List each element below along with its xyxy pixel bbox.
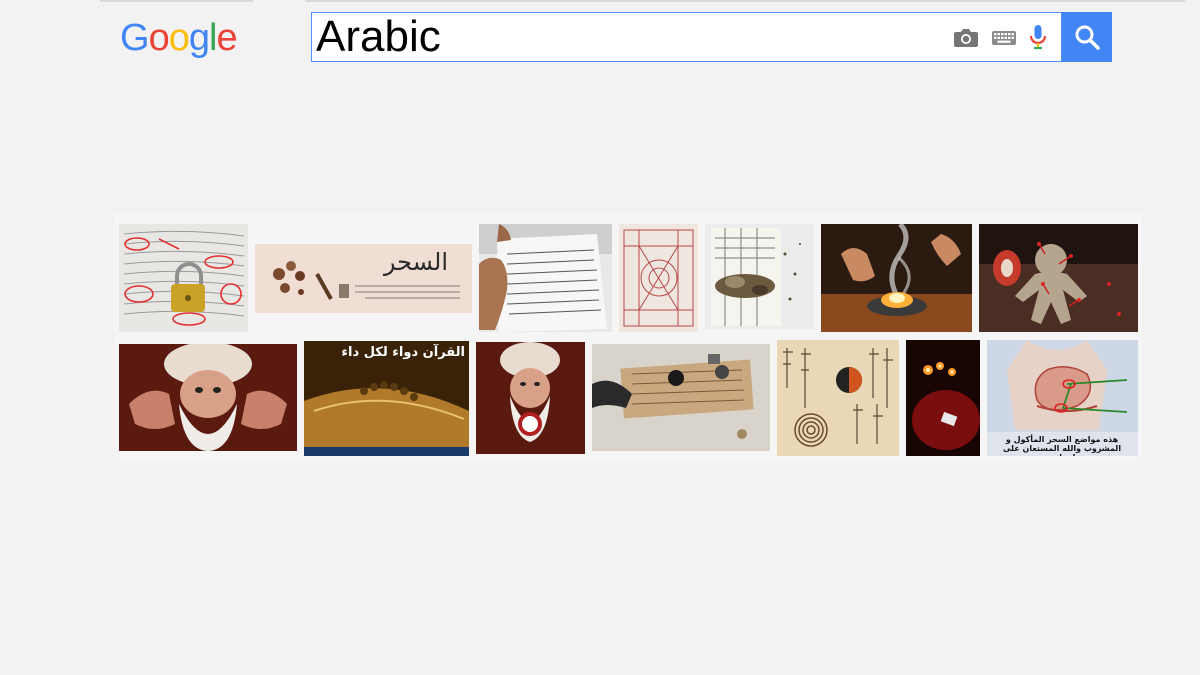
image-result-talisman-grid[interactable] [619, 224, 698, 332]
image-result-chinese-script-spiral[interactable] [777, 340, 899, 456]
camera-icon[interactable] [952, 25, 980, 51]
image-result-body-diagram[interactable]: هذه مواضع السحر المأكول و المشروب والله … [987, 340, 1138, 456]
image-result-smoke-bowl[interactable] [821, 224, 972, 332]
logo-letter: o [148, 17, 170, 59]
image-result-talisman-objects[interactable] [592, 344, 770, 451]
search-icon [1075, 25, 1100, 50]
image-result-voodoo-doll[interactable] [979, 224, 1138, 332]
image-caption: هذه مواضع السحر المأكول و المشروب والله … [1002, 435, 1122, 456]
top-divider-left [100, 0, 253, 2]
microphone-icon[interactable] [1024, 25, 1052, 51]
logo-letter: o [168, 17, 190, 59]
image-result-candles-red[interactable] [906, 340, 980, 456]
search-button[interactable] [1062, 12, 1112, 62]
image-caption: السحر [383, 248, 448, 276]
image-result-hand-holding-paper[interactable] [479, 224, 612, 332]
search-bar [311, 12, 1062, 62]
logo-letter: e [216, 17, 237, 59]
logo-letter: G [120, 17, 150, 59]
image-result-padlock-manuscript[interactable] [119, 224, 248, 332]
google-logo[interactable]: Google [120, 16, 238, 60]
logo-letter: g [188, 17, 210, 59]
top-divider-right [305, 0, 1185, 2]
image-result-paper-with-debris[interactable] [705, 224, 814, 329]
keyboard-icon[interactable] [990, 25, 1018, 51]
search-input[interactable] [316, 17, 936, 57]
image-result-sihr-banner[interactable]: السحر [255, 244, 472, 313]
logo-letter: l [208, 17, 218, 59]
image-caption: القرآن دواء لكل داء [341, 345, 465, 360]
image-result-old-man-orb-2[interactable] [476, 342, 585, 454]
image-result-old-man-orb[interactable] [119, 344, 297, 451]
image-result-quran-tasbih[interactable]: القرآن دواء لكل داء [304, 341, 469, 456]
